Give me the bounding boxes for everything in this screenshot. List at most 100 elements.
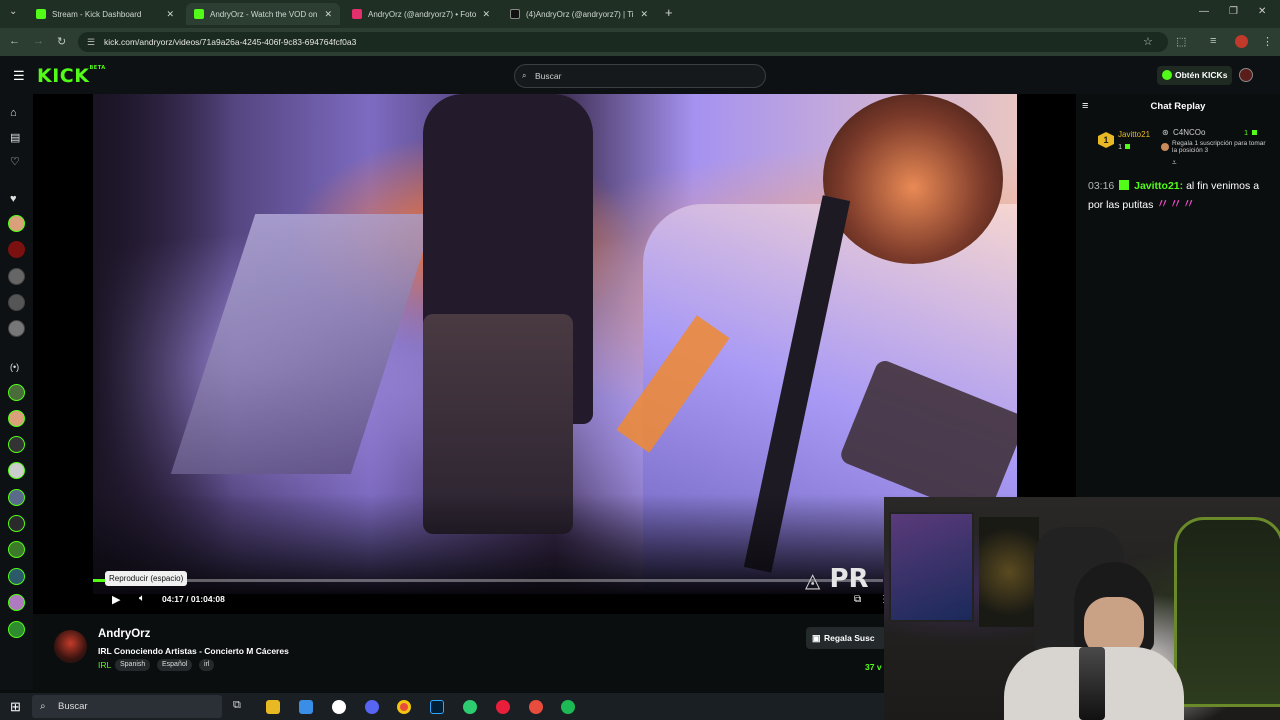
back-arrow-icon[interactable]: ← [9,35,20,47]
leaderboard-rank-badge: 1 [1098,132,1114,148]
close-icon[interactable]: ✕ [324,9,332,20]
expand-leaderboard-icon[interactable]: ⩡ [1172,158,1177,168]
recommended-channel-avatar[interactable] [8,621,25,638]
windows-start-icon[interactable]: ⊞ [10,699,21,715]
webcam-can [1079,647,1105,720]
followed-channel-avatar[interactable] [8,294,25,311]
taskbar-search-label: Buscar [58,701,88,712]
seek-bar[interactable] [93,579,883,582]
profile-avatar-icon[interactable] [1235,35,1248,48]
following-heart-icon[interactable]: ♡ [10,155,20,168]
leader-count: 1 [1118,142,1123,151]
discord-icon[interactable] [365,700,379,714]
logo-badge: BETA [89,65,106,71]
tag[interactable]: irl [199,659,215,671]
close-icon[interactable]: ✕ [640,9,648,20]
recommended-channel-avatar[interactable] [8,594,25,611]
browser-tab-active[interactable]: AndryOrz - Watch the VOD on ✕ [186,3,340,25]
get-kicks-label: Obtén KICKs [1175,70,1228,80]
recommended-channel-avatar[interactable] [8,489,25,506]
new-tab-plus-icon[interactable]: + [665,5,673,20]
chat-title: Chat Replay [1150,101,1206,112]
forward-arrow-icon[interactable]: → [33,35,44,47]
bookmark-star-icon[interactable]: ☆ [1143,35,1153,48]
tag[interactable]: Spanish [115,659,151,671]
app-icon[interactable] [463,700,477,714]
task-view-icon[interactable]: ⧉ [233,699,241,712]
browse-icon[interactable]: ▤ [10,131,20,144]
video-watermark: ◬ PR [805,564,869,594]
volume-icon[interactable]: 🔈︎ [139,593,145,604]
photoshop-icon[interactable] [430,700,444,714]
home-icon[interactable]: ⌂ [10,107,17,119]
recommended-channel-avatar[interactable] [8,436,25,453]
streamer-name[interactable]: AndryOrz [98,628,150,640]
app-icon[interactable] [529,700,543,714]
streamer-avatar[interactable] [54,630,87,663]
subscriber-badge-icon [1119,180,1130,190]
restore-icon[interactable]: ❐ [1229,6,1238,17]
gifter-count: 1 [1244,128,1249,137]
browser-tab[interactable]: AndryOrz (@andryorz7) • Foto ✕ [344,3,498,25]
recommended-channel-avatar[interactable] [8,568,25,585]
chat-username[interactable]: Javitto21: [1134,180,1183,192]
media-icon[interactable]: ≡ [1210,35,1216,47]
recommended-channel-avatar[interactable] [8,410,25,427]
recommended-channel-avatar[interactable] [8,462,25,479]
file-explorer-icon[interactable] [266,700,280,714]
url-field[interactable]: ☰ kick.com/andryorz/videos/71a9a26a-4245… [78,32,1168,52]
followed-channel-avatar[interactable] [8,215,25,232]
kick-logo[interactable]: KICKBETA [37,65,106,87]
minimize-icon[interactable]: — [1199,6,1209,17]
gifter-avatar-icon: ⊛ [1162,128,1169,137]
window-close-icon[interactable]: ✕ [1258,6,1266,17]
play-icon[interactable]: ▶ [112,593,120,606]
browser-tab[interactable]: (4)AndryOrz (@andryorz7) | Tik ✕ [502,3,656,25]
site-info-icon[interactable]: ☰ [87,32,95,52]
tab-label: AndryOrz (@andryorz7) • Foto [368,9,477,19]
chrome-icon[interactable] [397,700,411,714]
gift-sub-button[interactable]: ▣ Regala Susc [806,627,886,649]
windows-taskbar: ⊞ ⌕ Buscar ⧉ [0,693,884,720]
tag[interactable]: Español [157,659,193,671]
leader-name[interactable]: Javitto21 [1118,130,1150,139]
recommended-channel-avatar[interactable] [8,541,25,558]
taskbar-search-input[interactable]: ⌕ Buscar [32,695,222,718]
tiktok-favicon-icon [510,9,520,19]
watermark-text: PR [829,564,869,594]
kebab-menu-icon[interactable]: ⋮ [1262,35,1273,48]
tab-label: (4)AndryOrz (@andryorz7) | Tik [526,9,635,19]
extensions-icon[interactable]: ⬚ [1176,35,1186,48]
play-tooltip: Reproducir (espacio) [105,571,188,586]
kick-favicon-icon [36,9,46,19]
store-icon[interactable] [299,700,313,714]
app-icon[interactable] [496,700,510,714]
search-input[interactable]: ⌕ Buscar [514,64,766,88]
recommended-channel-avatar[interactable] [8,384,25,401]
user-avatar[interactable] [1239,68,1253,82]
close-icon[interactable]: ✕ [166,9,174,20]
recommended-channel-avatar[interactable] [8,515,25,532]
tab-search-icon[interactable]: ⌄ [9,6,17,17]
spotify-icon[interactable] [561,700,575,714]
video-frame[interactable] [93,94,1017,594]
followed-channel-avatar[interactable] [8,320,25,337]
stream-category[interactable]: IRL [98,660,111,670]
gift-cta-text: Regala 1 suscripción para tomar la posic… [1172,140,1266,154]
video-face [823,94,1003,264]
app-icon[interactable] [332,700,346,714]
instagram-favicon-icon [352,9,362,19]
close-icon[interactable]: ✕ [482,9,490,20]
get-kicks-button[interactable]: Obtén KICKs [1157,66,1232,85]
reload-icon[interactable]: ↻ [57,35,66,48]
followed-channel-avatar[interactable] [8,268,25,285]
followed-channel-avatar[interactable] [8,241,25,258]
hamburger-menu-icon[interactable]: ☰ [13,68,25,84]
browser-tab[interactable]: Stream - Kick Dashboard ✕ [28,3,182,25]
gift-box-icon: ▣ [812,633,821,643]
following-section-heart-icon: ♥ [10,193,17,205]
gift-icon [1125,144,1130,149]
gifter-name[interactable]: C4NCOo [1173,128,1205,137]
kick-header: ☰ KICKBETA ⌕ Buscar Obtén KICKs [0,56,1280,94]
miniplayer-icon[interactable]: ⧉ [854,594,861,605]
